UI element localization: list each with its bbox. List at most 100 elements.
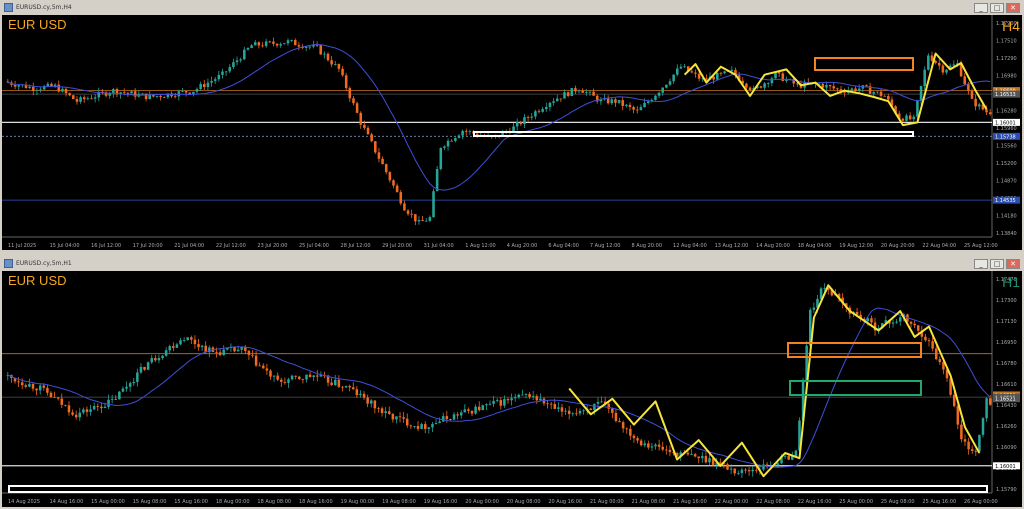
h1-chart-area[interactable]: 1.17470 1.17300 1.17130 1.16950 1.16780 1.166… <box>2 271 1022 507</box>
candle-body <box>384 411 387 414</box>
minimize-button[interactable]: _ <box>974 258 988 269</box>
candle-body <box>427 427 431 429</box>
candle-body <box>927 55 930 70</box>
candle-body <box>530 116 534 118</box>
candle-body <box>148 94 151 99</box>
y-tick-label: 1.16430 <box>996 403 1017 409</box>
x-tick-label: 15 Jul 04:00 <box>50 243 80 249</box>
candle-body <box>35 388 38 391</box>
candle-body <box>905 115 908 121</box>
candle-body <box>423 424 427 429</box>
candle-body <box>528 393 531 398</box>
candle-body <box>239 59 242 61</box>
x-tick-label: 17 Jul 20:00 <box>133 243 163 249</box>
candle-body <box>452 414 456 420</box>
x-tick-label: 13 Aug 12:00 <box>715 243 749 249</box>
candle-body <box>445 416 449 420</box>
candle-body <box>701 456 704 459</box>
candle-body <box>661 87 665 93</box>
candle-body <box>272 375 276 377</box>
h1-titlebar[interactable]: EURUSD.cy,5m,H1 _ □ ✕ <box>0 256 1024 271</box>
candle-body <box>740 469 744 474</box>
candle-body <box>567 410 571 414</box>
candle-body <box>524 393 528 395</box>
candle-body <box>316 375 319 377</box>
candle-body <box>359 112 363 125</box>
candle-body <box>464 130 468 132</box>
candle-body <box>125 386 128 389</box>
candle-body <box>406 210 410 214</box>
candle-body <box>908 115 912 120</box>
candle-body <box>82 409 85 413</box>
candle-body <box>974 450 978 452</box>
candle-body <box>747 470 751 472</box>
candle-body <box>988 112 992 115</box>
candle-body <box>352 98 355 104</box>
h4-chart-svg: 1.179001.175101.172901.169801.166101.162… <box>2 15 1022 250</box>
candle-body <box>872 92 876 94</box>
close-button[interactable]: ✕ <box>1006 2 1020 13</box>
x-tick-label: 25 Aug 16:00 <box>922 499 956 505</box>
candle-body <box>546 403 549 405</box>
candle-body <box>643 443 647 446</box>
candle-body <box>68 93 71 96</box>
x-tick-label: 20 Aug 08:00 <box>507 499 541 505</box>
candle-body <box>90 98 93 100</box>
candle-body <box>243 49 246 60</box>
close-button[interactable]: ✕ <box>1006 258 1020 269</box>
candle-body <box>381 158 384 165</box>
candle-body <box>977 104 981 107</box>
candle-body <box>355 103 359 113</box>
candle-body <box>143 366 146 370</box>
candle-body <box>970 449 974 451</box>
candle-body <box>130 91 133 94</box>
candle-body <box>635 109 639 111</box>
candle-body <box>398 416 402 418</box>
candle-body <box>193 339 197 345</box>
candle-body <box>86 98 90 100</box>
candle-body <box>555 98 559 102</box>
candle-body <box>854 88 857 91</box>
candle-body <box>428 217 432 221</box>
candle-body <box>611 408 614 413</box>
candle-body <box>588 91 592 93</box>
price-label: 1.16001 <box>995 120 1016 126</box>
candle-body <box>967 441 970 450</box>
candle-body <box>690 71 694 73</box>
x-tick-label: 25 Jul 04:00 <box>299 243 329 249</box>
x-tick-label: 19 Aug 12:00 <box>839 243 873 249</box>
candle-body <box>168 346 171 351</box>
y-tick-label: 1.17130 <box>996 319 1017 325</box>
candle-body <box>351 387 355 390</box>
maximize-button[interactable]: □ <box>990 258 1004 269</box>
candle-body <box>200 345 204 348</box>
minimize-button[interactable]: _ <box>974 2 988 13</box>
candle-body <box>938 359 942 363</box>
maximize-button[interactable]: □ <box>990 2 1004 13</box>
candle-body <box>901 118 905 121</box>
candle-body <box>434 422 438 424</box>
candle-body <box>574 88 577 92</box>
x-tick-label: 20 Aug 20:00 <box>881 243 915 249</box>
x-tick-label: 22 Jul 12:00 <box>216 243 246 249</box>
candle-body <box>537 111 541 113</box>
candle-body <box>668 81 672 85</box>
candle-body <box>265 368 269 371</box>
candle-body <box>783 455 787 457</box>
candle-body <box>114 399 118 400</box>
candle-body <box>618 421 621 423</box>
candle-body <box>370 134 373 142</box>
candle-body <box>144 93 148 99</box>
h4-chart-area[interactable]: 1.179001.175101.172901.169801.166101.162… <box>2 15 1022 250</box>
candle-body <box>17 85 21 87</box>
candle-body <box>581 90 584 93</box>
candle-body <box>236 349 240 352</box>
y-tick-label: 1.16950 <box>996 340 1017 346</box>
x-tick-label: 19 Aug 00:00 <box>341 499 375 505</box>
candle-body <box>61 88 64 92</box>
candle-body <box>253 42 257 46</box>
h4-titlebar[interactable]: EURUSD.cy,5m,H4 _ □ ✕ <box>0 0 1024 15</box>
candle-body <box>843 91 846 93</box>
candle-body <box>748 87 752 90</box>
x-tick-label: 21 Aug 16:00 <box>673 499 707 505</box>
